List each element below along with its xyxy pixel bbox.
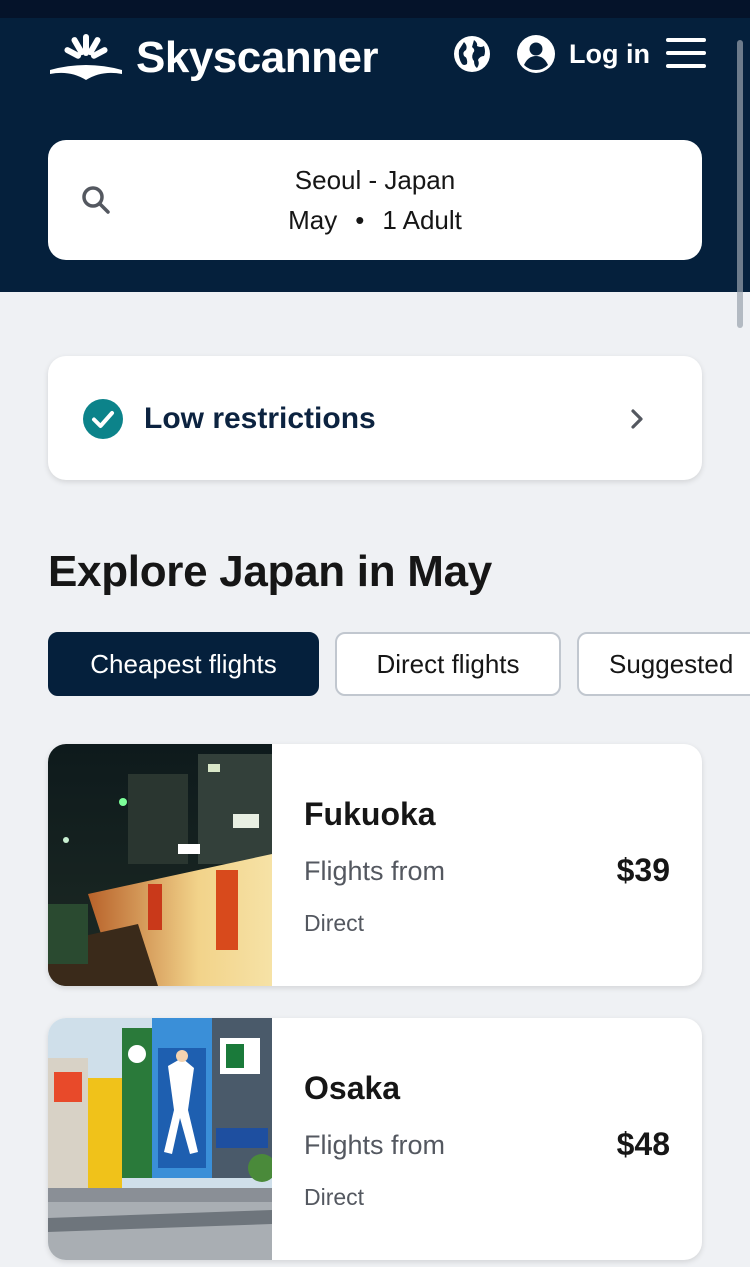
account-icon[interactable]: [516, 34, 556, 74]
sun-logo-icon: [50, 34, 122, 80]
search-travellers: 1 Adult: [382, 205, 462, 235]
globe-icon[interactable]: [452, 34, 492, 74]
destination-card-fukuoka[interactable]: Fukuoka Flights from $39 Direct: [48, 744, 702, 986]
flights-from-label: Flights from: [304, 1130, 446, 1160]
destination-city: Fukuoka: [304, 796, 436, 832]
search-summary[interactable]: Seoul - Japan May • 1 Adult: [48, 140, 702, 260]
page-title: Explore Japan in May: [48, 547, 492, 596]
search-route: Seoul - Japan: [294, 165, 456, 195]
search-separator: •: [355, 205, 365, 235]
status-bar: [0, 0, 750, 18]
menu-icon[interactable]: [666, 38, 706, 70]
destination-price: $39: [616, 852, 670, 888]
osaka-photo: [48, 1018, 272, 1260]
check-circle-icon: [83, 399, 123, 439]
restrictions-label: Low restrictions: [144, 402, 376, 435]
search-month: May: [288, 205, 338, 235]
fukuoka-photo: [48, 744, 272, 986]
login-link[interactable]: Log in: [569, 36, 650, 72]
page-scrollbar[interactable]: [737, 40, 743, 328]
flight-type: Direct: [304, 1184, 365, 1210]
restrictions-card[interactable]: Low restrictions: [48, 356, 702, 480]
flight-type: Direct: [304, 910, 365, 936]
destination-card-osaka[interactable]: Osaka Flights from $48 Direct: [48, 1018, 702, 1260]
flights-from-label: Flights from: [304, 856, 446, 886]
destination-city: Osaka: [304, 1070, 401, 1106]
tab-cheapest-flights[interactable]: Cheapest flights: [48, 632, 319, 696]
tab-suggested[interactable]: Suggested: [577, 632, 750, 696]
tab-direct-flights[interactable]: Direct flights: [335, 632, 561, 696]
app-header: Skyscanner Log in Seoul - Japan May • 1 Ad…: [0, 18, 750, 292]
search-details: May • 1 Adult: [48, 204, 702, 236]
brand-name: Skyscanner: [136, 33, 379, 82]
brand-logo[interactable]: Skyscanner: [48, 30, 379, 86]
chevron-right-icon: [631, 409, 643, 429]
destination-price: $48: [616, 1126, 670, 1162]
